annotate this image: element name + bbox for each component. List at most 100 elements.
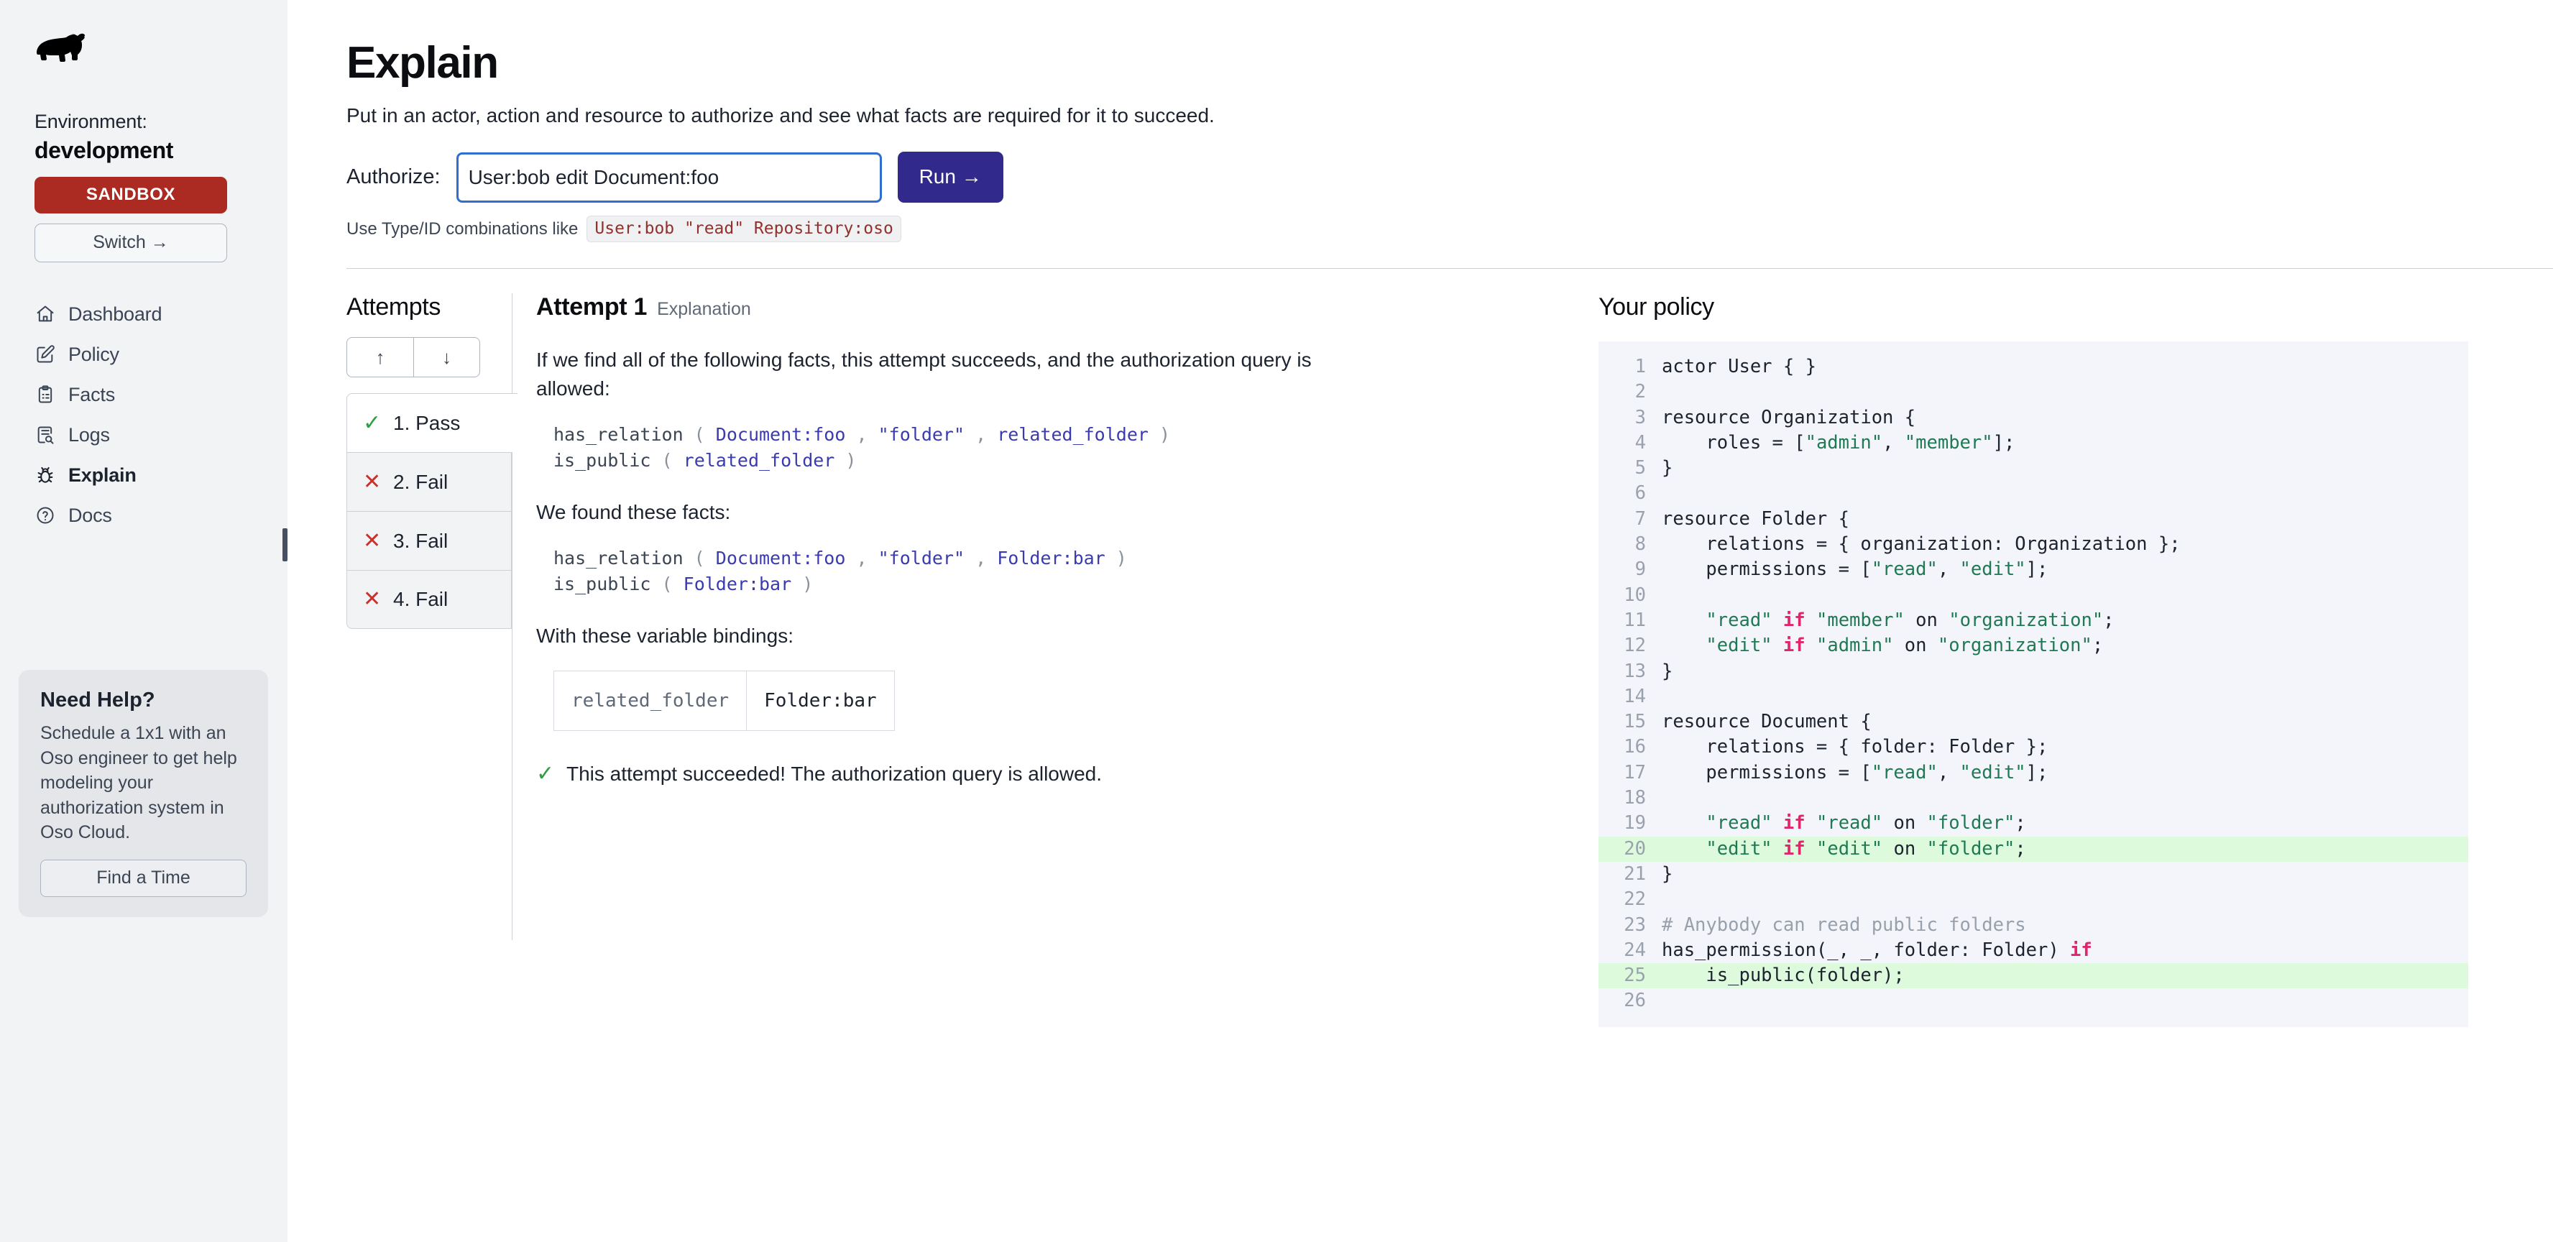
line-number: 19 <box>1624 812 1646 834</box>
code-line: 13} <box>1598 659 2468 684</box>
attempts-heading: Attempts <box>346 293 441 321</box>
pencil-square-icon <box>34 344 56 365</box>
run-button[interactable]: Run → <box>897 152 1003 203</box>
code-text: "edit" if "edit" on "folder"; <box>1706 837 2026 860</box>
code-line: 22 <box>1598 887 2468 912</box>
code-line: 14 <box>1598 684 2468 709</box>
sort-down-button[interactable]: ↓ <box>413 337 480 377</box>
sidebar-item-logs[interactable]: Logs <box>34 415 253 455</box>
authorize-label: Authorize: <box>346 165 441 188</box>
line-number: 12 <box>1624 635 1646 657</box>
attempts-panel: Attempts ↑ ↓ ✓ 1. Pass ✕ 2. Fail ✕ 3. Fa… <box>346 293 518 1027</box>
policy-code-viewer[interactable]: 1 actor User { } 2 3 resource Organization … <box>1598 341 2468 1027</box>
code-line: 1 actor User { } <box>1598 354 2468 380</box>
code-text: permissions = ["read", "edit"]; <box>1662 761 2048 783</box>
code-line: 21} <box>1598 862 2468 887</box>
code-text: permissions = ["read", "edit"]; <box>1662 558 2048 581</box>
code-text: actor User { } <box>1662 356 1816 377</box>
code-text: # Anybody can read public folders <box>1662 914 2026 936</box>
line-number: 11 <box>1624 609 1646 631</box>
columns: Attempts ↑ ↓ ✓ 1. Pass ✕ 2. Fail ✕ 3. Fa… <box>346 293 2576 1027</box>
code-text: has_permission(_, _, folder: Folder) if <box>1662 939 2092 961</box>
found-facts-label: We found these facts: <box>536 501 731 523</box>
help-card-text: Schedule a 1x1 with an Oso engineer to g… <box>40 723 237 842</box>
bindings-label: With these variable bindings: <box>536 625 794 648</box>
line-number: 18 <box>1624 787 1646 809</box>
code-text: } <box>1662 862 1673 885</box>
attempt-item-2[interactable]: ✕ 2. Fail <box>346 452 512 511</box>
code-line: 23 # Anybody can read public folders <box>1598 913 2468 938</box>
found-fact-line: is_public ( Folder:bar ) <box>553 574 814 594</box>
attempt-item-4[interactable]: ✕ 4. Fail <box>346 570 512 629</box>
sidebar-item-policy[interactable]: Policy <box>34 334 253 374</box>
found-facts-block: has_relation ( Document:foo , "folder" ,… <box>536 546 1540 598</box>
code-text: resource Organization { <box>1662 406 1916 428</box>
find-a-time-button[interactable]: Find a Time <box>40 859 247 897</box>
code-line: 19 "read" if "read" on "folder"; <box>1598 811 2468 836</box>
hint-text: Use Type/ID combinations like <box>346 218 579 239</box>
result-check-icon: ✓ <box>536 762 555 786</box>
code-text: roles = ["admin", "member"]; <box>1662 431 2015 454</box>
line-number: 21 <box>1624 862 1646 885</box>
line-number: 8 <box>1634 533 1646 556</box>
code-line: 4 roles = ["admin", "member"]; <box>1598 431 2468 456</box>
line-number: 3 <box>1634 406 1646 428</box>
code-text: resource Folder { <box>1662 507 1849 530</box>
binding-value: Folder:bar <box>746 671 895 731</box>
explanation-title: Attempt 1 <box>536 293 648 321</box>
sidebar-item-explain[interactable]: Explain <box>34 455 253 495</box>
sidebar-item-facts[interactable]: Facts <box>34 374 253 415</box>
explanation-intro: If we find all of the following facts, t… <box>536 349 1312 400</box>
required-fact-line: has_relation ( Document:foo , "folder" ,… <box>553 423 1171 445</box>
attempt-item-3[interactable]: ✕ 3. Fail <box>346 511 512 570</box>
attempt-label: 4. Fail <box>393 588 448 610</box>
authorize-input[interactable] <box>456 152 882 203</box>
sidebar-item-label: Logs <box>68 423 110 446</box>
line-number: 7 <box>1634 507 1646 530</box>
explanation-panel: Attempt 1 Explanation If we find all of … <box>512 293 1540 1027</box>
variable-bindings-table: related_folder Folder:bar <box>553 671 895 731</box>
app-root: Environment: development SANDBOX Switch … <box>0 0 2576 1242</box>
authorize-row: Authorize: Run → <box>346 152 2576 203</box>
sidebar-item-docs[interactable]: Docs <box>34 495 253 535</box>
hint-row: Use Type/ID combinations like User:bob "… <box>346 216 2576 242</box>
code-text: is_public(folder); <box>1662 965 1905 987</box>
logo[interactable] <box>34 0 253 66</box>
code-line: 9 permissions = ["read", "edit"]; <box>1598 557 2468 582</box>
environment-label: Environment: <box>34 111 147 132</box>
sandbox-badge: SANDBOX <box>34 177 227 213</box>
sidebar-item-dashboard[interactable]: Dashboard <box>34 294 253 334</box>
line-number: 2 <box>1634 381 1646 403</box>
line-number: 1 <box>1634 356 1646 377</box>
found-fact-line: has_relation ( Document:foo , "folder" ,… <box>553 547 1127 569</box>
line-number: 24 <box>1624 939 1646 961</box>
line-number: 25 <box>1624 965 1646 987</box>
switch-environment-button[interactable]: Switch → <box>34 224 227 262</box>
sort-up-button[interactable]: ↑ <box>346 337 413 377</box>
code-line: 26 <box>1598 988 2468 1013</box>
code-line: 12 "edit" if "admin" on "organization"; <box>1598 633 2468 658</box>
fail-cross-icon: ✕ <box>363 528 382 553</box>
line-number: 22 <box>1624 888 1646 911</box>
code-text: "read" if "read" on "folder"; <box>1706 812 2026 834</box>
table-row: related_folder Folder:bar <box>553 671 895 731</box>
clipboard-icon <box>34 384 56 405</box>
required-facts-block: has_relation ( Document:foo , "folder" ,… <box>536 422 1540 474</box>
attempt-item-1[interactable]: ✓ 1. Pass <box>346 393 518 452</box>
sidebar-item-label: Policy <box>68 343 119 365</box>
required-fact-line: is_public ( related_folder ) <box>553 449 857 471</box>
code-line: 17 permissions = ["read", "edit"]; <box>1598 760 2468 786</box>
fail-cross-icon: ✕ <box>363 587 382 611</box>
attempts-list: ✓ 1. Pass ✕ 2. Fail ✕ 3. Fail ✕ 4. Fail <box>346 393 518 629</box>
sidebar-nav: Dashboard Policy Facts Logs Explain Docs <box>34 294 253 535</box>
code-line: 11 "read" if "member" on "organization"; <box>1598 608 2468 633</box>
code-text: "edit" if "admin" on "organization"; <box>1706 635 2104 657</box>
line-number: 15 <box>1624 711 1646 733</box>
code-text: "read" if "member" on "organization"; <box>1706 609 2115 631</box>
line-number: 20 <box>1624 837 1646 860</box>
